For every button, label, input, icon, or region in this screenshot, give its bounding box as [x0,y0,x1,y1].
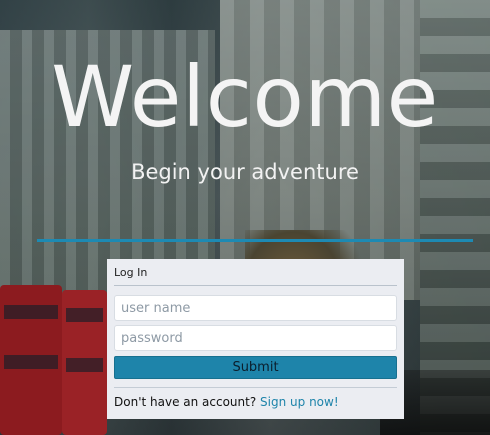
signup-link[interactable]: Sign up now! [260,395,339,409]
divider [114,387,397,388]
signup-row: Don't have an account? Sign up now! [114,395,339,409]
bus-window [4,305,58,319]
bus-window [66,358,103,372]
login-panel: Log In Submit Don't have an account? Sig… [107,259,404,419]
page-title: Welcome [51,48,439,146]
accent-rule [37,239,473,242]
login-panel-title: Log In [114,259,397,286]
submit-button[interactable]: Submit [114,356,397,379]
bus-window [4,355,58,369]
red-bus [62,290,107,435]
bus-window [66,308,103,322]
username-input[interactable] [114,295,397,321]
tagline: Begin your adventure [131,160,359,184]
signup-prompt: Don't have an account? [114,395,257,409]
password-input[interactable] [114,325,397,351]
red-bus [0,285,62,435]
